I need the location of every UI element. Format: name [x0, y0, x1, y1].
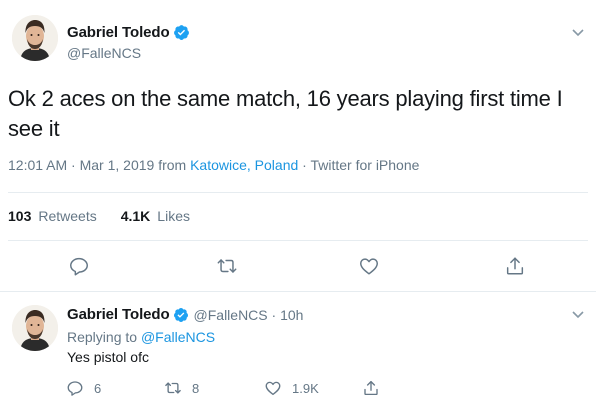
verified-badge-icon [173, 307, 189, 323]
heart-icon [265, 381, 281, 396]
likes-label: Likes [157, 208, 190, 224]
tweet-stats: 103 Retweets 4.1K Likes [8, 208, 214, 224]
author-handle[interactable]: @FalleNCS [67, 45, 141, 61]
retweets-count: 103 [8, 208, 32, 224]
verified-badge-icon [173, 24, 190, 41]
tweet-text: Ok 2 aces on the same match, 16 years pl… [8, 86, 563, 141]
tweet-actions [0, 255, 596, 279]
reply-display-name[interactable]: Gabriel Toledo [67, 306, 170, 323]
tweet-meta: 12:01 AM · Mar 1, 2019 from Katowice, Po… [8, 157, 419, 173]
reply-actions: 6 8 1.9K [0, 379, 596, 399]
reply-icon[interactable] [68, 255, 90, 277]
author-display-name[interactable]: Gabriel Toledo [67, 24, 170, 41]
reply-reply-count: 6 [94, 380, 102, 396]
reply-retweet-count: 8 [192, 380, 200, 396]
retweet-icon [165, 382, 181, 394]
heart-icon[interactable] [358, 255, 380, 277]
share-icon [364, 380, 378, 396]
replying-to-label: Replying to [67, 329, 141, 345]
reply-tweet[interactable]: Gabriel Toledo @FalleNCS · 10h Replying … [0, 293, 596, 409]
replying-to: Replying to @FalleNCS [67, 329, 215, 345]
reply-text: Yes pistol ofc [67, 349, 149, 365]
reply-reply-button[interactable]: 6 [66, 379, 101, 397]
main-tweet: Gabriel Toledo @FalleNCS Ok 2 aces on th… [0, 0, 596, 292]
retweets-label: Retweets [38, 208, 97, 224]
tweet-source: · Twitter for iPhone [298, 157, 420, 173]
share-icon[interactable] [504, 255, 526, 277]
reply-like-count: 1.9K [292, 380, 319, 396]
tweet-timestamp[interactable]: 12:01 AM · Mar 1, 2019 from [8, 157, 190, 173]
replying-to-mention[interactable]: @FalleNCS [141, 329, 215, 345]
author-name-row: Gabriel Toledo [67, 24, 190, 41]
chevron-down-icon[interactable] [570, 306, 586, 322]
divider [8, 240, 588, 241]
reply-handle-time[interactable]: @FalleNCS · 10h [194, 307, 304, 323]
likes-count: 4.1K [120, 208, 151, 224]
avatar[interactable] [12, 15, 58, 61]
reply-like-button[interactable]: 1.9K [264, 379, 319, 397]
retweets-stat[interactable]: 103 Retweets [8, 208, 97, 224]
reply-header: Gabriel Toledo @FalleNCS · 10h [67, 306, 303, 323]
divider [0, 291, 596, 292]
reply-icon [67, 381, 83, 396]
reply-retweet-button[interactable]: 8 [164, 379, 199, 397]
avatar[interactable] [12, 305, 58, 351]
tweet-location-link[interactable]: Katowice, Poland [190, 157, 298, 173]
retweet-icon[interactable] [216, 255, 238, 277]
divider [8, 192, 588, 193]
likes-stat[interactable]: 4.1K Likes [121, 208, 190, 224]
chevron-down-icon[interactable] [570, 24, 586, 40]
reply-share-button[interactable] [362, 379, 390, 397]
